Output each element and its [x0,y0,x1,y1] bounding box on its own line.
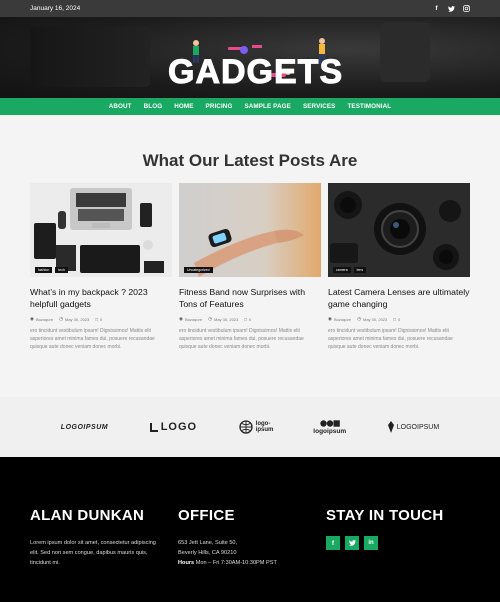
nav-item-blog[interactable]: BLOG [144,103,163,110]
calendar-icon: ◷ [357,316,361,321]
main-navigation: ABOUT BLOG HOME PRICING SAMPLE PAGE SERV… [0,98,500,115]
comment-icon: □ [393,316,396,322]
post-thumbnail[interactable]: fashion tech [30,183,172,277]
top-bar: January 16, 2024 f [0,0,500,17]
post-excerpt: ero tincidunt vestibulum ipsam! Dignissi… [30,328,155,350]
post-title[interactable]: Fitness Band now Surprises with Tons of … [179,286,321,310]
post-comments[interactable]: 0 [100,317,102,322]
post-thumbnail[interactable]: Uncategorized [179,183,321,277]
pin-mark-icon [387,421,394,433]
nav-item-about[interactable]: ABOUT [109,103,132,110]
globe-icon [239,420,253,434]
nav-item-sample-page[interactable]: SAMPLE PAGE [244,103,290,110]
partner-logo-1: LOGOIPSUM [60,423,109,431]
footer-stay-in-touch: STAY IN TOUCH f in [326,507,476,550]
dots-mark-icon [320,419,340,427]
site-footer: ALAN DUNKAN Lorem ipsum dolor sit amet, … [0,457,500,602]
author-icon: ◉ [179,316,183,321]
nav-item-testimonial[interactable]: TESTIMONIAL [347,103,391,110]
post-card: camera lens Latest Camera Lenses are ult… [328,183,470,351]
linkedin-icon[interactable]: in [364,536,378,550]
post-tag[interactable]: lens [353,267,367,273]
logo-mark-icon [149,422,158,432]
backpack-gadgets-image [30,183,172,277]
footer-about: ALAN DUNKAN Lorem ipsum dolor sit amet, … [30,507,165,568]
footer-about-title: ALAN DUNKAN [30,507,145,524]
post-card: fashion tech What’s in my backpack ? 202… [30,183,172,351]
post-meta: ◉ Bozoqure ◷ May 30, 2023 □ 0 [328,316,470,322]
post-title[interactable]: Latest Camera Lenses are ultimately game… [328,286,470,310]
post-date: May 30, 2023 [363,316,388,322]
nav-item-pricing[interactable]: PRICING [206,103,233,110]
post-meta: ◉ Bozoqure ◷ May 30, 2023 □ 0 [179,316,321,322]
camera-lenses-image [328,183,470,277]
footer-office-title: OFFICE [178,507,235,524]
latest-posts-section: What Our Latest Posts Are fashion tech W… [0,115,500,397]
calendar-icon: ◷ [59,316,63,321]
post-meta: ◉ Bozoqure ◷ May 30, 2023 □ 0 [30,316,172,322]
post-card: Uncategorized Fitness Band now Surprises… [179,183,321,351]
site-logo[interactable]: GADGETS [167,55,343,90]
author-icon: ◉ [30,316,34,321]
facebook-icon[interactable]: f [433,5,440,12]
twitter-icon[interactable] [345,536,359,550]
comment-icon: □ [95,316,98,322]
post-date: May 30, 2023 [214,316,239,322]
hero-banner: GADGETS [0,17,500,98]
partner-logo-3: logo-ipsum [239,420,273,434]
post-tags: Uncategorized [184,267,213,273]
hero-background-phone [380,22,430,82]
post-tag[interactable]: fashion [35,267,53,273]
post-author[interactable]: Bozoqure [36,317,53,322]
author-icon: ◉ [328,316,332,321]
footer-social-title: STAY IN TOUCH [326,507,444,524]
post-cards: fashion tech What’s in my backpack ? 202… [30,183,470,351]
nav-item-services[interactable]: SERVICES [303,103,336,110]
post-excerpt: ero tincidunt vestibulum ipsam! Dignissi… [179,328,304,350]
footer-social-links: f in [326,536,476,550]
footer-office-address: 653 Jett Lane, Suite 50, Beverly Hills, … [178,540,277,566]
footer-office: OFFICE 653 Jett Lane, Suite 50, Beverly … [178,507,313,568]
twitter-icon[interactable] [448,5,455,12]
post-author[interactable]: Bozoqure [185,317,202,322]
post-date: May 30, 2023 [65,316,90,322]
partner-logo-4: logoipsum [313,419,346,435]
nav-item-home[interactable]: HOME [174,103,193,110]
current-date: January 16, 2024 [30,5,81,12]
post-tag[interactable]: Uncategorized [184,267,213,273]
section-title: What Our Latest Posts Are [142,151,358,170]
footer-about-text: Lorem ipsum dolor sit amet, consectetur … [30,540,156,566]
instagram-icon[interactable] [463,5,470,12]
post-comments[interactable]: 0 [249,317,251,322]
post-excerpt: ero tincidunt vestibulum ipsam! Dignissi… [328,328,453,350]
post-tags: camera lens [333,267,367,273]
hero-background-laptop [30,27,150,87]
facebook-icon[interactable]: f [326,536,340,550]
post-tag[interactable]: camera [333,267,351,273]
post-comments[interactable]: 0 [398,317,400,322]
partner-logos: LOGOIPSUM LOGO logo-ipsum logoipsum LOGO… [0,397,500,457]
top-social-links: f [433,5,470,12]
post-tags: fashion tech [35,267,68,273]
comment-icon: □ [244,316,247,322]
calendar-icon: ◷ [208,316,212,321]
partner-logo-2: LOGO [149,421,197,433]
post-author[interactable]: Bozoqure [334,317,351,322]
post-title[interactable]: What’s in my backpack ? 2023 helpfull ga… [30,286,172,310]
fitness-band-image [179,183,321,277]
post-tag[interactable]: tech [55,267,68,273]
post-thumbnail[interactable]: camera lens [328,183,470,277]
partner-logo-5: LOGOIPSUM [387,421,439,433]
